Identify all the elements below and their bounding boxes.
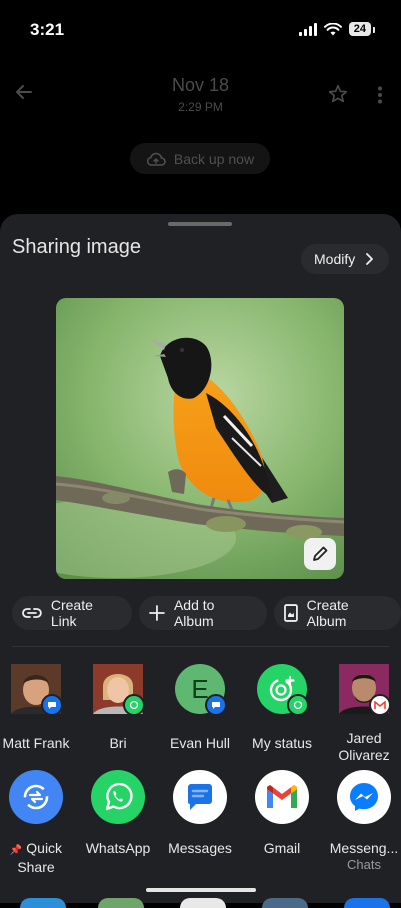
messages-badge-icon: [41, 694, 63, 716]
avatar: [339, 664, 391, 716]
create-link-button[interactable]: Create Link: [12, 596, 133, 630]
add-to-album-button[interactable]: Add to Album: [139, 596, 267, 630]
share-sheet: Sharing image Modify Create Link Add to …: [0, 214, 401, 908]
home-indicator[interactable]: [146, 888, 256, 892]
more-vert-icon[interactable]: [376, 86, 384, 104]
plus-icon: [149, 605, 165, 621]
app-messenger[interactable]: Messeng... Chats: [323, 770, 401, 872]
create-album-button[interactable]: Create Album: [273, 596, 401, 630]
backup-label: Back up now: [173, 150, 255, 167]
messenger-icon: [337, 770, 391, 824]
quick-actions: Create Link Add to Album Create Album: [12, 596, 401, 630]
app-gmail[interactable]: Gmail: [241, 770, 323, 857]
wifi-icon: [323, 22, 342, 35]
star-icon[interactable]: [328, 84, 348, 104]
messages-badge-icon: [205, 694, 227, 716]
contact-matt-frank[interactable]: Matt Frank: [0, 664, 77, 752]
contact-my-status[interactable]: My status: [241, 664, 323, 752]
quick-share-icon: [9, 770, 63, 824]
divider: [12, 646, 389, 647]
status-bar: 3:21 24: [0, 0, 401, 58]
signal-icon: [298, 22, 317, 36]
gmail-badge-icon: [369, 694, 391, 716]
add-to-album-label: Add to Album: [173, 597, 215, 629]
modify-button[interactable]: Modify: [301, 244, 389, 274]
pin-icon: 📌: [9, 845, 23, 856]
contact-evan-hull[interactable]: E Evan Hull: [159, 664, 241, 752]
gmail-icon: [255, 770, 309, 824]
app-messages[interactable]: Messages: [159, 770, 241, 857]
contact-name: Evan Hull: [170, 735, 230, 751]
app-quick-share[interactable]: 📌 Quick Share: [0, 770, 77, 876]
messages-icon: [173, 770, 227, 824]
status-icons: 24: [298, 22, 376, 36]
app-sublabel: Chats: [347, 857, 381, 872]
sheet-drag-handle[interactable]: [168, 222, 232, 226]
backup-button[interactable]: Back up now: [130, 143, 270, 174]
app-label: Messages: [168, 840, 232, 856]
apps-row: 📌 Quick Share WhatsApp Messages Gmail Me…: [0, 770, 401, 880]
bird-photo: [56, 298, 344, 579]
whatsapp-badge-icon: [287, 694, 309, 716]
cloud-upload-icon: [146, 152, 166, 166]
whatsapp-badge-icon: [123, 694, 145, 716]
whatsapp-icon: [91, 770, 145, 824]
app-label: Gmail: [263, 840, 301, 856]
app-whatsapp[interactable]: WhatsApp: [77, 770, 159, 857]
avatar: E: [175, 664, 227, 716]
edit-button[interactable]: [304, 538, 336, 570]
contact-jared-olivarez[interactable]: Jared Olivarez: [323, 664, 401, 764]
chevron-right-icon: [366, 253, 374, 265]
avatar: [11, 664, 63, 716]
contacts-row: Matt Frank Bri E Evan Hull My status Jar…: [0, 664, 401, 774]
app-name: 📌 Quick Share: [0, 840, 77, 876]
link-icon: [22, 608, 42, 618]
contact-name: Matt Frank: [2, 735, 70, 751]
album-icon: [283, 604, 298, 622]
contact-bri[interactable]: Bri: [77, 664, 159, 752]
avatar: [257, 664, 309, 716]
status-time: 3:21: [30, 20, 65, 39]
battery-indicator: 24: [348, 22, 376, 36]
avatar: [93, 664, 145, 716]
app-label: Messeng...: [329, 840, 399, 856]
contact-name: My status: [252, 735, 312, 751]
next-row-peek: [0, 898, 401, 908]
app-label: WhatsApp: [85, 840, 151, 856]
create-link-label: Create Link: [50, 597, 93, 629]
app-label: Quick Share: [17, 840, 63, 875]
create-album-label: Create Album: [306, 597, 349, 629]
sheet-title: Sharing image: [12, 236, 141, 258]
pencil-icon: [313, 546, 328, 561]
contact-name: Jared Olivarez: [338, 730, 390, 763]
contact-name: Bri: [109, 735, 127, 751]
modify-label: Modify: [314, 251, 356, 267]
image-preview[interactable]: [56, 298, 344, 579]
